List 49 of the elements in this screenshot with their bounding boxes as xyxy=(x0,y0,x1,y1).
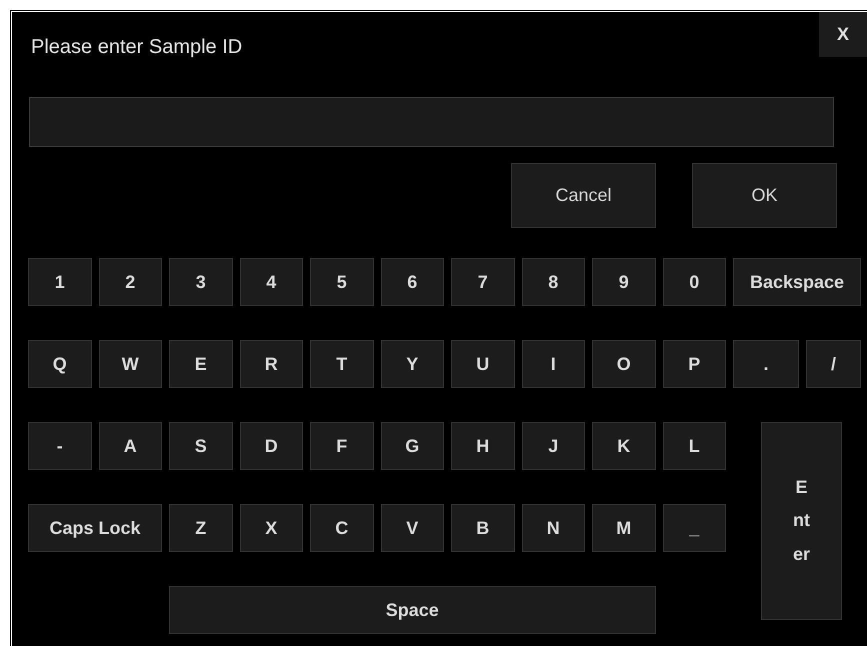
ok-button[interactable]: OK xyxy=(692,163,837,228)
key[interactable]: E xyxy=(169,340,232,388)
key[interactable]: U xyxy=(451,340,514,388)
key[interactable]: M xyxy=(592,504,656,552)
key[interactable]: T xyxy=(310,340,374,388)
key[interactable]: N xyxy=(522,504,585,552)
cancel-button[interactable]: Cancel xyxy=(511,163,656,228)
key[interactable]: H xyxy=(451,422,514,470)
key[interactable]: 5 xyxy=(310,258,374,306)
input-field[interactable] xyxy=(29,97,834,147)
key[interactable]: 0 xyxy=(662,258,726,306)
key[interactable]: X xyxy=(240,504,303,552)
key[interactable]: 6 xyxy=(380,258,444,306)
key[interactable]: L xyxy=(662,422,726,470)
dialog-title: Please enter Sample ID xyxy=(31,35,242,60)
key[interactable]: 8 xyxy=(522,258,585,306)
slash-key[interactable]: / xyxy=(806,340,861,388)
key[interactable]: _ xyxy=(662,504,726,552)
key[interactable]: V xyxy=(380,504,444,552)
key[interactable]: J xyxy=(522,422,585,470)
close-button[interactable]: X xyxy=(819,12,867,57)
period-key[interactable]: . xyxy=(733,340,799,388)
space-key[interactable]: Space xyxy=(169,586,656,634)
key[interactable]: S xyxy=(169,422,232,470)
key[interactable]: B xyxy=(451,504,514,552)
key[interactable]: 9 xyxy=(592,258,656,306)
key[interactable]: O xyxy=(592,340,656,388)
key[interactable]: F xyxy=(310,422,374,470)
key[interactable]: W xyxy=(98,340,162,388)
key[interactable]: A xyxy=(98,422,162,470)
key[interactable]: C xyxy=(310,504,374,552)
key[interactable]: D xyxy=(240,422,303,470)
key[interactable]: P xyxy=(662,340,726,388)
backspace-key[interactable]: Backspace xyxy=(733,258,861,306)
caps-key[interactable]: Caps Lock xyxy=(28,504,162,552)
key[interactable]: 1 xyxy=(28,258,92,306)
key[interactable]: Q xyxy=(28,340,92,388)
key[interactable]: Y xyxy=(380,340,444,388)
key[interactable]: 7 xyxy=(451,258,514,306)
key[interactable]: Z xyxy=(169,504,232,552)
key[interactable]: 4 xyxy=(240,258,303,306)
key[interactable]: G xyxy=(380,422,444,470)
key[interactable]: K xyxy=(592,422,656,470)
key[interactable]: - xyxy=(28,422,92,470)
enter-key[interactable]: Enter xyxy=(761,422,842,620)
key[interactable]: I xyxy=(522,340,585,388)
key[interactable]: R xyxy=(240,340,303,388)
key[interactable]: 3 xyxy=(169,258,232,306)
key[interactable]: 2 xyxy=(98,258,162,306)
